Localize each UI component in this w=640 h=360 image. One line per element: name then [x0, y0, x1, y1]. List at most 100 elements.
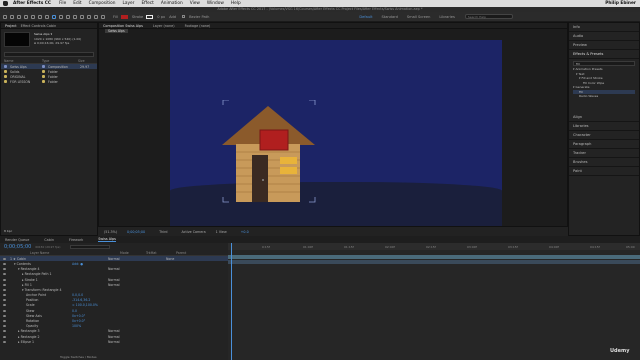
eye-icon[interactable] — [3, 278, 6, 281]
menu-item[interactable]: Animation — [161, 1, 183, 6]
property-value[interactable]: 0x+0.0° — [72, 319, 108, 323]
menu-item[interactable]: Layer — [122, 1, 134, 6]
panel-character[interactable]: Character — [569, 131, 639, 140]
tab-render-queue[interactable]: Render Queue — [5, 238, 29, 242]
add-label[interactable]: Add — [169, 15, 176, 19]
tab-layer[interactable]: Layer (none) — [153, 24, 175, 28]
eye-icon[interactable] — [3, 283, 6, 286]
eye-icon[interactable] — [3, 273, 6, 276]
zoom-tool-icon[interactable] — [24, 14, 28, 19]
tab-effect-controls[interactable]: Effect Controls Cabin — [21, 24, 57, 28]
property-value[interactable]: 0.0 — [72, 309, 108, 313]
puppet-tool-icon[interactable] — [101, 14, 105, 19]
menu-item[interactable]: File — [59, 1, 66, 6]
eye-icon[interactable] — [3, 325, 6, 328]
property-value[interactable]: Add: ● — [72, 262, 108, 266]
hand-tool-icon[interactable] — [17, 14, 21, 19]
camera-tool-icon[interactable] — [38, 14, 42, 19]
eye-icon[interactable] — [3, 340, 6, 343]
col-size[interactable]: Size — [78, 59, 85, 63]
mode-select[interactable]: Normal — [108, 340, 166, 344]
mode-select[interactable]: Normal — [108, 257, 166, 261]
layer-row[interactable]: ▸ Ellipse 1 Normal — [0, 339, 228, 344]
col-trkmat[interactable]: TrkMat — [146, 251, 176, 255]
toggle-switches[interactable]: Toggle Switches / Modes — [60, 355, 97, 359]
exposure-value[interactable]: +0.0 — [241, 230, 249, 234]
menu-item[interactable]: Edit — [73, 1, 81, 6]
col-type[interactable]: Type — [42, 59, 78, 63]
mode-select[interactable]: Normal — [108, 283, 166, 287]
resolution-select[interactable]: Third — [159, 230, 167, 234]
workspace-libraries[interactable]: Libraries — [439, 15, 455, 19]
project-row[interactable]: FOR LESSON Folder — [1, 79, 97, 84]
timeline-timecode[interactable]: 0;00;05;00 — [4, 244, 31, 250]
property-value[interactable]: 0.0,0.0 — [72, 293, 108, 297]
stroke-swatch[interactable] — [146, 14, 154, 19]
col-name[interactable]: Name — [4, 59, 42, 63]
eye-icon[interactable] — [3, 309, 6, 312]
property-value[interactable]: 100% — [72, 324, 108, 328]
menu-item[interactable]: Effect — [141, 1, 153, 6]
menu-item[interactable]: Window — [207, 1, 224, 6]
workspace-small-screen[interactable]: Small Screen — [407, 15, 430, 19]
property-value[interactable]: ∞ 100.0,100.0% — [72, 303, 108, 307]
effects-search-input[interactable]: fill — [573, 61, 635, 66]
tab-composition[interactable]: Composition Swiss Alps — [103, 24, 143, 28]
mode-select[interactable]: Normal — [108, 267, 166, 271]
eye-icon[interactable] — [3, 304, 6, 307]
current-time-indicator[interactable] — [231, 243, 232, 360]
tab-project[interactable]: Project — [5, 24, 17, 28]
pan-behind-tool-icon[interactable] — [45, 14, 49, 19]
panel-brushes[interactable]: Brushes — [569, 158, 639, 167]
text-tool-icon[interactable] — [66, 14, 70, 19]
selection-tool-icon[interactable] — [10, 14, 14, 19]
breadcrumb-swiss-alps[interactable]: Swiss Alps — [105, 29, 128, 33]
roto-tool-icon[interactable] — [94, 14, 98, 19]
tab-cabin[interactable]: Cabin — [44, 238, 54, 242]
apple-icon[interactable] — [3, 1, 8, 6]
col-parent[interactable]: Parent — [176, 251, 186, 255]
panel-effects-presets[interactable]: Effects & Presets — [569, 50, 639, 59]
timeline-graph[interactable]: 0:15f 01:00f 01:15f 02:00f 02:15f 03:00f… — [228, 243, 640, 360]
camera-select[interactable]: Active Camera — [181, 230, 205, 234]
eye-icon[interactable] — [3, 294, 6, 297]
panel-paint[interactable]: Paint — [569, 167, 639, 176]
menu-item[interactable]: Composition — [89, 1, 116, 6]
col-mode[interactable]: Mode — [120, 251, 146, 255]
panel-preview[interactable]: Preview — [569, 41, 639, 50]
property-value[interactable]: 0x+0.0° — [72, 314, 108, 318]
pen-tool-icon[interactable] — [59, 14, 63, 19]
viewer-timecode[interactable]: 0;00;05;00 — [127, 230, 145, 234]
mode-select[interactable]: Normal — [108, 329, 166, 333]
panel-tracker[interactable]: Tracker — [569, 149, 639, 158]
home-icon[interactable] — [3, 14, 7, 19]
stroke-width[interactable]: 0 px — [157, 15, 165, 19]
eraser-tool-icon[interactable] — [87, 14, 91, 19]
project-row[interactable]: Swiss Alps Composition 29.97 — [1, 64, 97, 69]
eye-icon[interactable] — [3, 288, 6, 291]
chimney-red-rect[interactable] — [259, 129, 289, 151]
app-menu[interactable]: After Effects CC — [13, 1, 51, 6]
eye-icon[interactable] — [3, 314, 6, 317]
layer-search-input[interactable] — [70, 245, 111, 249]
zoom-level[interactable]: (51.3%) — [104, 230, 117, 234]
layer-bar[interactable] — [228, 260, 640, 264]
menu-item[interactable]: View — [190, 1, 200, 6]
clone-tool-icon[interactable] — [80, 14, 84, 19]
panel-libraries[interactable]: Libraries — [569, 122, 639, 131]
project-search-input[interactable] — [4, 52, 94, 57]
tab-swiss-alps[interactable]: Swiss Alps — [98, 237, 116, 242]
panel-audio[interactable]: Audio — [569, 32, 639, 41]
eye-icon[interactable] — [3, 257, 6, 260]
rectangle-tool-icon[interactable] — [52, 14, 56, 19]
layer-bar-cabin[interactable] — [228, 255, 640, 259]
property-value[interactable]: -314.6,36.2 — [72, 298, 108, 302]
rotate-tool-icon[interactable] — [31, 14, 35, 19]
menu-item[interactable]: Help — [231, 1, 241, 6]
panel-paragraph[interactable]: Paragraph — [569, 140, 639, 149]
tree-item[interactable]: Radio Waves — [573, 94, 635, 99]
mode-select[interactable]: Normal — [108, 278, 166, 282]
col-layer-name[interactable]: Layer Name — [30, 251, 120, 255]
cabin-artwork[interactable] — [215, 100, 325, 205]
panel-info[interactable]: Info — [569, 23, 639, 32]
